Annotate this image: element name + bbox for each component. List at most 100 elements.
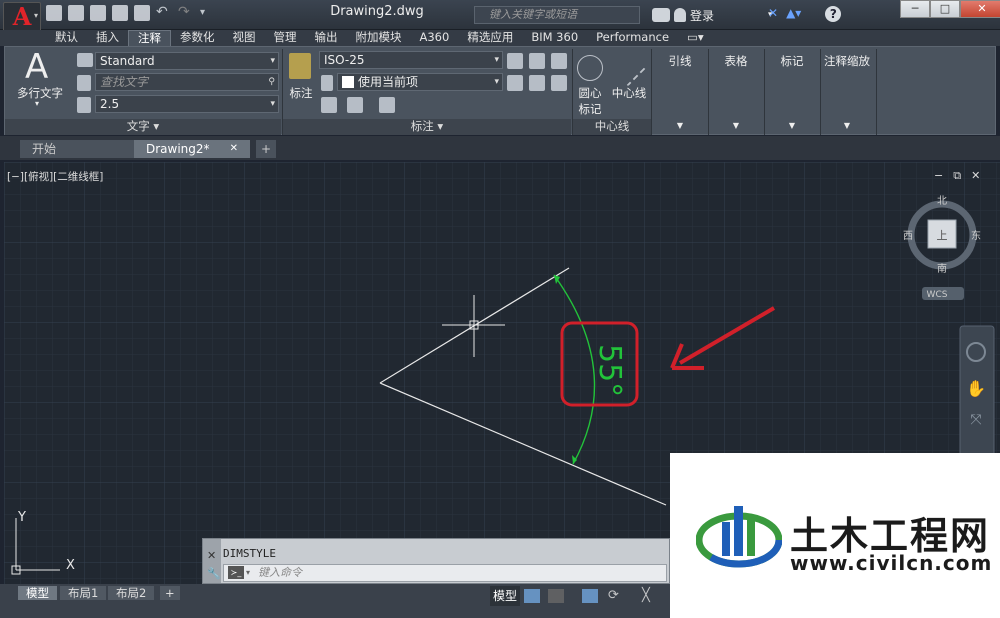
dim-tool-icon[interactable] — [507, 53, 523, 69]
layout-tab-model[interactable]: 模型 — [18, 586, 57, 600]
center-mark-label[interactable]: 圆心 — [575, 85, 605, 101]
exchange-icon[interactable]: ✕ — [768, 6, 778, 22]
mtext-button-label[interactable]: 多行文字 — [15, 85, 65, 101]
save-icon[interactable] — [90, 5, 106, 21]
center-mark-label-2[interactable]: 标记 — [575, 101, 605, 117]
binoculars-icon[interactable] — [652, 8, 670, 22]
viewcube-south[interactable]: 南 — [937, 262, 947, 275]
model-space-button[interactable]: 模型 — [490, 586, 520, 606]
signin-label[interactable]: 登录 — [690, 7, 714, 24]
center-mark-icon[interactable] — [577, 55, 603, 81]
tab-view[interactable]: 视图 — [224, 30, 265, 46]
quick-dim-icon[interactable] — [379, 97, 395, 113]
open-file-icon[interactable] — [68, 5, 84, 21]
undo-icon[interactable]: ↶ — [156, 5, 172, 21]
polar-toggle-icon[interactable]: ⟳ — [608, 589, 624, 603]
chevron-down-icon[interactable]: ▼ — [819, 121, 875, 130]
application-menu-button[interactable]: A ▾ — [3, 2, 41, 32]
tab-drawing2[interactable]: Drawing2* ✕ — [134, 140, 250, 158]
centerline-label[interactable]: 中心线 — [609, 85, 649, 101]
dim-tool-icon[interactable] — [529, 53, 545, 69]
tab-default[interactable]: 默认 — [46, 30, 87, 46]
tab-manage[interactable]: 管理 — [265, 30, 306, 46]
chevron-down-icon[interactable]: ▼ — [709, 121, 763, 130]
dimension-icon[interactable] — [289, 53, 311, 79]
add-layout-button[interactable]: + — [160, 586, 180, 600]
find-text-input[interactable]: 查找文字 ⚲ — [95, 73, 279, 91]
minimize-button[interactable]: ─ — [900, 0, 930, 18]
close-icon[interactable]: ✕ — [207, 549, 216, 562]
continue-dim-icon[interactable] — [347, 97, 363, 113]
viewcube-north[interactable]: 北 — [937, 195, 947, 207]
signin-area[interactable]: 登录 ▾ — [652, 5, 773, 25]
dimension-panel-title[interactable]: 标注 ▾ — [283, 119, 571, 135]
viewport-restore-icon[interactable]: ⧉ — [953, 169, 961, 183]
ribbon-toggle-icon[interactable]: ▭▾ — [678, 30, 713, 46]
annotation-scaling-panel[interactable]: 注释缩放 — [819, 53, 875, 69]
new-file-icon[interactable] — [46, 5, 62, 21]
close-tab-icon[interactable]: ✕ — [230, 140, 238, 158]
close-button[interactable]: ✕ — [960, 0, 1000, 18]
maximize-button[interactable]: □ — [930, 0, 960, 18]
command-input[interactable]: ≻_ ▾ 键入命令 — [223, 564, 667, 582]
ortho-toggle-icon[interactable] — [582, 589, 598, 603]
chevron-down-icon[interactable]: ▾ — [246, 565, 250, 581]
viewport-minimize-icon[interactable]: − — [934, 169, 943, 183]
markup-panel[interactable]: 标记 — [765, 53, 819, 69]
tab-annotate[interactable]: 注释 — [128, 30, 171, 46]
viewcube-east[interactable]: 东 — [971, 229, 981, 242]
tab-addins[interactable]: 附加模块 — [347, 30, 411, 46]
snap-toggle-icon[interactable] — [548, 589, 564, 603]
autodesk-account-icon[interactable]: ▲▾ — [786, 6, 801, 22]
chevron-down-icon[interactable]: ▼ — [653, 121, 707, 130]
text-height-select[interactable]: 2.5 ▾ — [95, 95, 279, 113]
command-prompt-icon[interactable]: ≻_ — [228, 566, 244, 579]
save-as-icon[interactable] — [112, 5, 128, 21]
leader-panel[interactable]: 引线 — [653, 53, 707, 69]
layout-tab-layout1[interactable]: 布局1 — [60, 586, 107, 600]
tab-performance[interactable]: Performance — [587, 30, 678, 46]
pan-icon[interactable]: ✋ — [966, 379, 986, 398]
layout-tab-layout2[interactable]: 布局2 — [108, 586, 155, 600]
user-icon — [674, 8, 686, 22]
viewport-controls-label[interactable]: [−][俯视][二维线框] — [7, 169, 103, 184]
grid-toggle-icon[interactable] — [524, 589, 540, 603]
wrench-icon[interactable]: 🔧 — [207, 567, 221, 580]
new-tab-button[interactable]: + — [256, 140, 276, 158]
text-panel-title[interactable]: 文字 ▾ — [5, 119, 281, 135]
table-panel[interactable]: 表格 — [709, 53, 763, 69]
tab-parametric[interactable]: 参数化 — [171, 30, 224, 46]
help-icon[interactable]: ? — [825, 6, 842, 22]
tab-bim360[interactable]: BIM 360 — [522, 30, 587, 46]
print-icon[interactable] — [134, 5, 150, 21]
redo-icon[interactable]: ↷ — [178, 5, 194, 21]
text-style-select[interactable]: Standard ▾ — [95, 52, 279, 70]
wcs-label[interactable]: WCS — [927, 290, 948, 300]
angular-dim-icon[interactable] — [321, 97, 337, 113]
dim-tool-icon[interactable] — [551, 75, 567, 91]
dim-layer-select[interactable]: 使用当前项 ▾ — [337, 73, 503, 91]
viewcube-west[interactable]: 西 — [903, 231, 913, 242]
chevron-down-icon[interactable]: ▼ — [765, 121, 819, 130]
tab-start[interactable]: 开始 — [20, 140, 136, 158]
chevron-down-icon[interactable]: ▾ — [35, 99, 39, 108]
tab-a360[interactable]: A360 — [411, 30, 459, 46]
dimension-button-label[interactable]: 标注 — [287, 85, 315, 101]
chevron-down-icon: ▾ — [494, 77, 499, 87]
command-line: ✕ 🔧 DIMSTYLE ≻_ ▾ 键入命令 — [202, 538, 670, 584]
dim-tool-icon[interactable] — [507, 75, 523, 91]
mtext-glyph[interactable]: A — [25, 47, 48, 87]
tab-output[interactable]: 输出 — [306, 30, 347, 46]
dimstyle-select[interactable]: ISO-25 ▾ — [319, 51, 503, 69]
viewport-close-icon[interactable]: ✕ — [971, 169, 980, 183]
dim-tool-icon[interactable] — [529, 75, 545, 91]
dim-tool-icon[interactable] — [551, 53, 567, 69]
tab-featured-apps[interactable]: 精选应用 — [458, 30, 522, 46]
customize-qat-icon[interactable]: ▾ — [200, 5, 216, 21]
osnap-toggle-icon[interactable]: ╳ — [642, 589, 658, 603]
tab-insert[interactable]: 插入 — [87, 30, 128, 46]
centerline-icon[interactable] — [609, 49, 647, 87]
zoom-extents-icon[interactable]: ⤧ — [970, 412, 981, 428]
search-input[interactable]: 键入关键字或短语 — [474, 6, 640, 24]
dimension-text[interactable]: 55° — [592, 344, 627, 397]
